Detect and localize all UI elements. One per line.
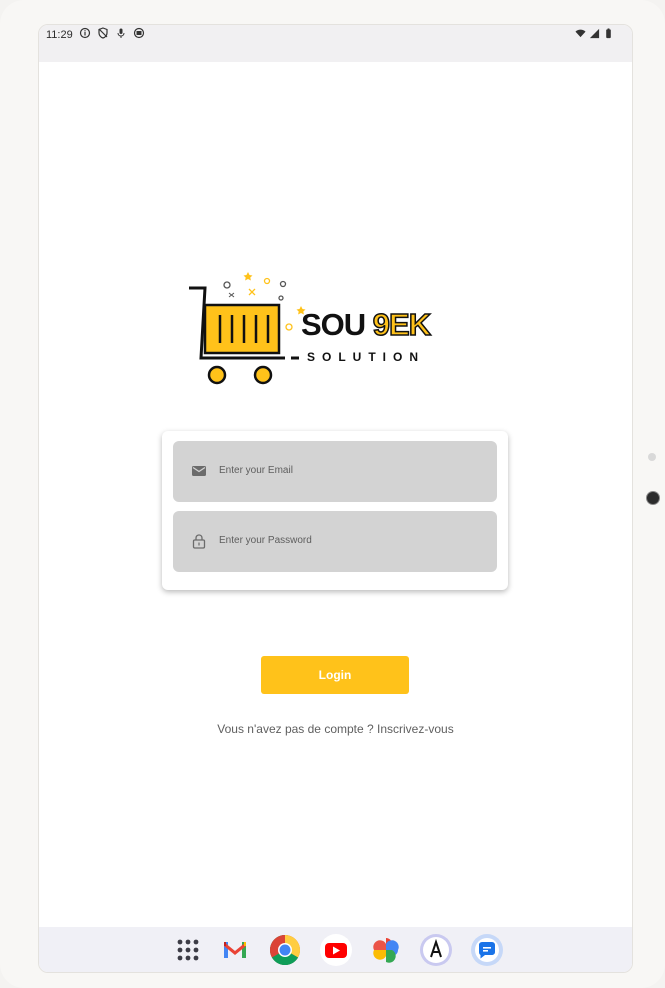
logo-title: SOU 9EK: [301, 306, 432, 343]
password-placeholder: Enter your Password: [219, 535, 312, 546]
status-right-icons: [575, 28, 614, 39]
wifi-icon: [575, 29, 586, 38]
shield-off-icon: [98, 27, 108, 39]
mail-icon: [192, 466, 206, 476]
logo-title-part1: SOU: [301, 307, 373, 342]
password-field[interactable]: Enter your Password: [173, 511, 497, 572]
battery-icon: [606, 28, 611, 39]
recording-icon: [133, 27, 145, 39]
photos-icon[interactable]: [369, 933, 403, 967]
signup-link[interactable]: Vous n'avez pas de compte ? Inscrivez-vo…: [39, 722, 632, 736]
lock-icon: [192, 534, 206, 549]
front-sensor: [648, 453, 656, 461]
screen: 11:29 SOU 9EK SOLUTION Enter your Email …: [38, 24, 633, 973]
app-drawer-icon[interactable]: [171, 933, 205, 967]
tablet-frame: 11:29 SOU 9EK SOLUTION Enter your Email …: [0, 0, 665, 988]
email-field[interactable]: Enter your Email: [173, 441, 497, 502]
status-left-icons: [79, 27, 145, 39]
login-button[interactable]: Login: [261, 656, 409, 694]
status-bar: 11:29: [39, 25, 632, 62]
app-logo: SOU 9EK SOLUTION: [187, 265, 461, 390]
signal-icon: [589, 28, 600, 39]
app-dock: [39, 927, 632, 972]
shopping-cart-icon: [189, 272, 306, 385]
info-icon: [79, 27, 91, 39]
app-icon[interactable]: [419, 933, 453, 967]
messages-icon[interactable]: [470, 933, 504, 967]
status-time: 11:29: [46, 29, 73, 41]
front-camera: [646, 491, 660, 505]
chrome-icon[interactable]: [268, 933, 302, 967]
login-card: Enter your Email Enter your Password: [162, 431, 508, 590]
logo-title-part2: 9EK: [372, 306, 432, 343]
email-placeholder: Enter your Email: [219, 465, 293, 476]
logo-subtitle: SOLUTION: [307, 350, 425, 364]
mic-icon: [117, 28, 125, 38]
youtube-icon[interactable]: [319, 933, 353, 967]
gmail-icon[interactable]: [218, 933, 252, 967]
